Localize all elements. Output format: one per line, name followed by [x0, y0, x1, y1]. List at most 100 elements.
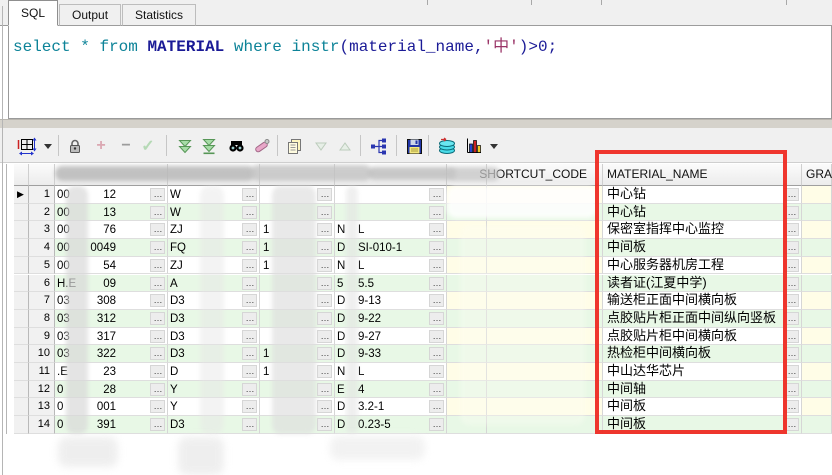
cell-expand-button[interactable]: … [317, 241, 332, 255]
cell-c1[interactable]: 00 0049… [55, 239, 168, 257]
cell-c4[interactable]: N L… [335, 363, 447, 381]
delete-record-icon[interactable]: − [116, 136, 136, 156]
row-number[interactable]: 12 [29, 380, 55, 399]
cell-expand-button[interactable]: … [242, 258, 257, 272]
row-number[interactable]: 1 [29, 186, 55, 204]
cell-expand-button[interactable]: … [150, 365, 165, 378]
tab-output[interactable]: Output [59, 4, 122, 26]
row-number[interactable]: 10 [29, 345, 55, 363]
cell-expand-button[interactable]: … [242, 418, 257, 432]
cell-expand-button[interactable]: … [429, 400, 444, 414]
chart-icon[interactable] [464, 136, 484, 156]
cell-c1[interactable]: 03 317… [55, 327, 168, 346]
chart-caret-icon[interactable] [489, 136, 499, 156]
cell-expand-button[interactable]: … [317, 188, 332, 201]
cell-gram[interactable] [802, 239, 832, 257]
cell-expand-button[interactable]: … [242, 276, 257, 290]
cell-c1[interactable]: 00 13… [55, 203, 168, 222]
add-record-icon[interactable]: + [91, 136, 111, 156]
cell-c2[interactable]: FQ… [168, 239, 260, 257]
cell-c5[interactable] [447, 345, 487, 363]
cell-c6[interactable] [487, 239, 603, 257]
cell-c3[interactable]: … [260, 327, 335, 346]
cell-c3[interactable]: … [260, 292, 335, 310]
cell-c2[interactable]: Y… [168, 398, 260, 417]
sql-editor[interactable]: select * from MATERIAL where instr(mater… [8, 26, 832, 119]
sort-ascending-icon[interactable] [335, 136, 355, 156]
cell-expand-button[interactable]: … [242, 400, 257, 414]
cell-expand-button[interactable]: … [429, 258, 444, 272]
cell-c5[interactable] [447, 363, 487, 381]
cell-c4[interactable]: … [335, 203, 447, 222]
cell-c1[interactable]: 0 391… [55, 416, 168, 434]
cell-gram[interactable] [802, 398, 832, 417]
cell-c6[interactable] [487, 345, 603, 363]
cell-expand-button[interactable]: … [317, 347, 332, 361]
column-header-c2[interactable] [168, 164, 260, 186]
cell-gram[interactable] [802, 274, 832, 293]
cell-expand-button[interactable]: … [429, 188, 444, 201]
row-number[interactable]: 7 [29, 292, 55, 310]
cell-c2[interactable]: W… [168, 203, 260, 222]
cell-expand-button[interactable]: … [429, 418, 444, 432]
cell-c3[interactable]: … [260, 380, 335, 399]
cell-c4[interactable]: … [335, 186, 447, 204]
cell-c3[interactable]: 1… [260, 256, 335, 275]
cell-expand-button[interactable]: … [150, 205, 165, 219]
cell-c6[interactable] [487, 292, 603, 310]
cell-expand-button[interactable]: … [317, 311, 332, 325]
cell-c3[interactable]: … [260, 203, 335, 222]
cell-c1[interactable]: 00 54… [55, 256, 168, 275]
cell-c4[interactable]: N L… [335, 221, 447, 240]
cell-gram[interactable] [802, 186, 832, 204]
cell-expand-button[interactable]: … [150, 188, 165, 201]
cell-expand-button[interactable]: … [317, 418, 332, 432]
cell-c5[interactable] [447, 221, 487, 240]
post-changes-icon[interactable]: ✓ [138, 136, 158, 156]
cell-c6[interactable] [487, 221, 603, 240]
cell-c6[interactable] [487, 309, 603, 328]
cell-c5[interactable] [447, 309, 487, 328]
cell-c3[interactable]: … [260, 398, 335, 417]
cell-c6[interactable] [487, 416, 603, 434]
row-number[interactable]: 13 [29, 398, 55, 417]
highlight-icon[interactable] [251, 136, 271, 156]
cell-c2[interactable]: D3… [168, 345, 260, 363]
cell-expand-button[interactable]: … [242, 347, 257, 361]
row-number[interactable]: 6 [29, 274, 55, 293]
cell-c3[interactable]: 1… [260, 221, 335, 240]
cell-expand-button[interactable]: … [317, 329, 332, 343]
cell-c4[interactable]: D 3.2-1… [335, 398, 447, 417]
cell-c1[interactable]: 03 308… [55, 292, 168, 310]
splitter[interactable] [0, 119, 832, 128]
row-number[interactable]: 3 [29, 221, 55, 240]
cell-c2[interactable]: D3… [168, 416, 260, 434]
tab-sql[interactable]: SQL [8, 0, 59, 26]
cell-expand-button[interactable]: … [242, 382, 257, 396]
cell-c2[interactable]: A… [168, 274, 260, 293]
find-icon[interactable] [226, 136, 246, 156]
cell-c6[interactable] [487, 274, 603, 293]
grid-options-caret-icon[interactable] [43, 136, 53, 156]
cell-expand-button[interactable]: … [242, 241, 257, 255]
row-number[interactable]: 9 [29, 327, 55, 346]
cell-gram[interactable] [802, 380, 832, 399]
cell-expand-button[interactable]: … [150, 276, 165, 290]
cell-c1[interactable]: 0 001… [55, 398, 168, 417]
cell-c6[interactable] [487, 186, 603, 204]
cell-c2[interactable]: W… [168, 186, 260, 204]
column-header-c6[interactable]: SHORTCUT_CODE [479, 164, 603, 186]
structure-icon[interactable] [369, 136, 389, 156]
cell-expand-button[interactable]: … [317, 276, 332, 290]
cell-expand-button[interactable]: … [317, 382, 332, 396]
cell-expand-button[interactable]: … [317, 223, 332, 237]
cell-expand-button[interactable]: … [429, 223, 444, 237]
cell-expand-button[interactable]: … [150, 382, 165, 396]
cell-expand-button[interactable]: … [150, 329, 165, 343]
cell-expand-button[interactable]: … [150, 294, 165, 308]
cell-gram[interactable] [802, 221, 832, 240]
copy-results-icon[interactable] [284, 136, 304, 156]
cell-gram[interactable] [802, 416, 832, 434]
cell-c2[interactable]: ZJ… [168, 221, 260, 240]
sort-descending-icon[interactable] [311, 136, 331, 156]
